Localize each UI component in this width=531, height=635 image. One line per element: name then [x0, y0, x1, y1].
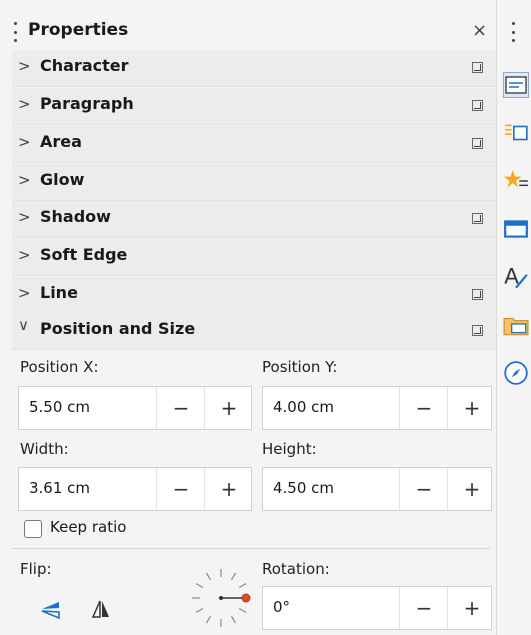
section-label: Shadow	[40, 207, 111, 226]
section-position-and-size[interactable]: ∨ Position and Size	[12, 313, 496, 350]
section-label: Position and Size	[40, 319, 196, 338]
position-y-label: Position Y:	[262, 358, 338, 376]
increment-button[interactable]: +	[204, 387, 253, 429]
section-shadow[interactable]: > Shadow	[12, 201, 496, 238]
chevron-right-icon: >	[18, 208, 31, 226]
section-paragraph[interactable]: > Paragraph	[12, 88, 496, 125]
gallery-icon[interactable]	[503, 168, 529, 194]
more-options-icon[interactable]	[472, 100, 483, 111]
master-slides-icon[interactable]	[503, 216, 529, 242]
width-spinbox[interactable]: 3.61 cm − +	[18, 467, 252, 511]
increment-button[interactable]: +	[447, 387, 496, 429]
section-soft-edge[interactable]: > Soft Edge	[12, 239, 496, 276]
chevron-right-icon: >	[18, 57, 31, 75]
more-options-icon[interactable]	[472, 138, 483, 149]
chevron-down-icon: ∨	[18, 316, 29, 334]
flip-horizontal-icon[interactable]	[90, 598, 112, 620]
chevron-right-icon: >	[18, 171, 31, 189]
decrement-button[interactable]: −	[156, 387, 205, 429]
section-label: Character	[40, 56, 129, 75]
styles-icon[interactable]	[503, 120, 529, 146]
width-value[interactable]: 3.61 cm	[29, 479, 90, 497]
rotation-value[interactable]: 0°	[273, 598, 290, 616]
section-area[interactable]: > Area	[12, 126, 496, 163]
panel-titlebar: Properties ×	[0, 12, 496, 48]
more-options-icon[interactable]	[472, 289, 483, 300]
position-x-spinbox[interactable]: 5.50 cm − +	[18, 386, 252, 430]
rotation-dial[interactable]	[188, 565, 254, 631]
chevron-right-icon: >	[18, 133, 31, 151]
chevron-right-icon: >	[18, 95, 31, 113]
more-options-icon[interactable]	[472, 325, 483, 336]
increment-button[interactable]: +	[204, 468, 253, 510]
compass-icon[interactable]	[503, 360, 529, 386]
section-character[interactable]: > Character	[12, 50, 496, 87]
section-glow[interactable]: > Glow	[12, 164, 496, 201]
increment-button[interactable]: +	[447, 468, 496, 510]
sidebar-deck: A	[496, 0, 531, 635]
keep-ratio-checkbox[interactable]	[24, 520, 42, 538]
section-label: Area	[40, 132, 82, 151]
rotation-spinbox[interactable]: 0° − +	[262, 586, 492, 630]
font-icon[interactable]: A	[503, 264, 529, 290]
rotation-label: Rotation:	[262, 560, 330, 578]
width-label: Width:	[20, 440, 69, 458]
position-y-value[interactable]: 4.00 cm	[273, 398, 334, 416]
close-icon[interactable]: ×	[472, 20, 487, 41]
section-label: Soft Edge	[40, 245, 128, 264]
keep-ratio-label[interactable]: Keep ratio	[50, 518, 126, 536]
flip-label: Flip:	[20, 560, 52, 578]
position-x-label: Position X:	[20, 358, 99, 376]
position-y-spinbox[interactable]: 4.00 cm − +	[262, 386, 492, 430]
position-x-value[interactable]: 5.50 cm	[29, 398, 90, 416]
height-label: Height:	[262, 440, 317, 458]
height-value[interactable]: 4.50 cm	[273, 479, 334, 497]
chevron-right-icon: >	[18, 284, 31, 302]
section-label: Line	[40, 283, 78, 302]
properties-panel: Properties × > Character > Paragraph > A…	[0, 0, 496, 635]
panel-title: Properties	[28, 20, 129, 40]
drag-handle-icon[interactable]	[14, 22, 17, 42]
section-label: Paragraph	[40, 94, 134, 113]
properties-icon[interactable]	[503, 72, 529, 98]
divider	[12, 548, 490, 549]
chevron-right-icon: >	[18, 246, 31, 264]
decrement-button[interactable]: −	[156, 468, 205, 510]
navigator-icon[interactable]	[503, 312, 529, 338]
section-label: Glow	[40, 170, 85, 189]
decrement-button[interactable]: −	[399, 468, 448, 510]
flip-vertical-icon[interactable]	[40, 598, 62, 620]
more-options-icon[interactable]	[472, 62, 483, 73]
height-spinbox[interactable]: 4.50 cm − +	[262, 467, 492, 511]
section-line[interactable]: > Line	[12, 277, 496, 314]
decrement-button[interactable]: −	[399, 387, 448, 429]
increment-button[interactable]: +	[447, 587, 496, 629]
more-options-icon[interactable]	[472, 213, 483, 224]
decrement-button[interactable]: −	[399, 587, 448, 629]
deck-drag-handle-icon[interactable]	[512, 22, 515, 42]
